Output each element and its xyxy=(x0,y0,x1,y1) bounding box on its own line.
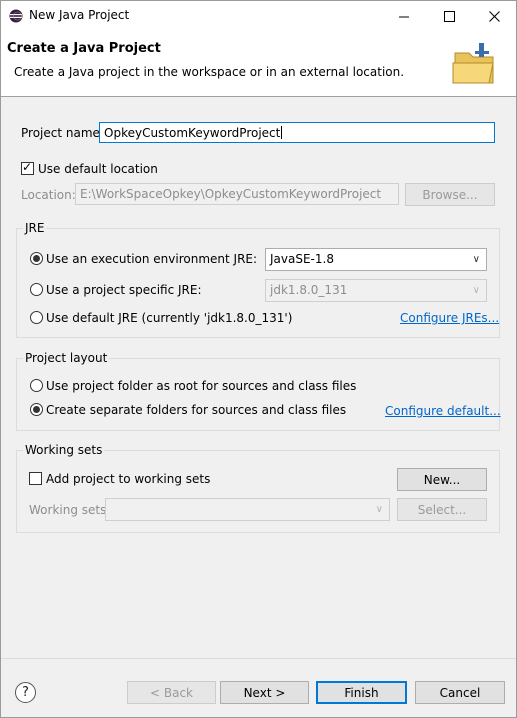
checkmark-icon: ✓ xyxy=(22,160,33,174)
footer-separator xyxy=(1,658,516,659)
layout-root-radio[interactable] xyxy=(30,379,43,392)
project-layout-group xyxy=(16,358,500,431)
eclipse-icon xyxy=(9,9,23,23)
minimize-button[interactable] xyxy=(381,1,427,31)
working-sets-label: Working sets: xyxy=(29,503,111,517)
project-specific-jre-label: Use a project specific JRE: xyxy=(46,283,202,297)
finish-button[interactable]: Finish xyxy=(316,681,407,704)
open-folder-icon xyxy=(452,43,494,84)
chevron-down-icon: ∨ xyxy=(375,504,383,515)
wizard-title: Create a Java Project xyxy=(7,41,161,56)
minimize-icon xyxy=(398,16,409,17)
maximize-icon xyxy=(443,10,455,22)
project-specific-jre-select[interactable]: jdk1.8.0_131 ∨ xyxy=(265,279,487,302)
default-jre-radio[interactable] xyxy=(30,311,43,324)
project-layout-group-title: Project layout xyxy=(23,351,110,365)
exec-env-select[interactable]: JavaSE-1.8 ∨ xyxy=(265,248,487,271)
new-java-project-dialog: New Java Project Create a Java Project C… xyxy=(0,0,517,718)
chevron-down-icon: ∨ xyxy=(472,254,480,265)
browse-button[interactable]: Browse... xyxy=(405,183,495,206)
maximize-button[interactable] xyxy=(426,1,472,31)
select-working-sets-button[interactable]: Select... xyxy=(397,498,487,521)
wizard-header: Create a Java Project Create a Java proj… xyxy=(1,31,516,97)
location-input[interactable]: E:\WorkSpaceOpkey\OpkeyCustomKeywordProj… xyxy=(75,183,399,205)
layout-separate-radio[interactable] xyxy=(30,403,43,416)
exec-env-value: JavaSE-1.8 xyxy=(270,252,334,266)
text-caret xyxy=(281,126,283,139)
window-title: New Java Project xyxy=(29,8,130,22)
back-button[interactable]: < Back xyxy=(127,681,216,704)
help-icon: ? xyxy=(22,685,29,700)
configure-default-link[interactable]: Configure default... xyxy=(385,404,501,418)
new-working-set-button[interactable]: New... xyxy=(397,468,487,491)
add-to-working-sets-label: Add project to working sets xyxy=(46,472,211,486)
project-name-value: OpkeyCustomKeywordProject xyxy=(104,126,281,140)
working-sets-group-title: Working sets xyxy=(23,443,105,457)
exec-env-radio[interactable] xyxy=(30,252,43,265)
project-name-label: Project name: xyxy=(21,126,104,140)
help-button[interactable]: ? xyxy=(15,682,36,703)
chevron-down-icon: ∨ xyxy=(472,285,480,296)
cancel-button[interactable]: Cancel xyxy=(415,681,505,704)
wizard-description: Create a Java project in the workspace o… xyxy=(14,65,405,79)
project-specific-jre-value: jdk1.8.0_131 xyxy=(270,283,348,297)
default-jre-label: Use default JRE (currently 'jdk1.8.0_131… xyxy=(46,311,293,325)
next-button[interactable]: Next > xyxy=(220,681,309,704)
layout-separate-label: Create separate folders for sources and … xyxy=(46,403,347,417)
location-value: E:\WorkSpaceOpkey\OpkeyCustomKeywordProj… xyxy=(80,187,382,201)
close-icon xyxy=(488,10,500,22)
title-bar: New Java Project xyxy=(1,1,516,31)
jre-group-title: JRE xyxy=(23,221,47,235)
layout-root-label: Use project folder as root for sources a… xyxy=(46,379,357,393)
configure-jres-link[interactable]: Configure JREs... xyxy=(400,311,499,325)
project-name-input[interactable]: OpkeyCustomKeywordProject xyxy=(99,122,495,143)
use-default-location-label: Use default location xyxy=(38,162,158,176)
add-to-working-sets-checkbox[interactable] xyxy=(29,472,42,485)
use-default-location-checkbox[interactable]: ✓ xyxy=(21,160,34,175)
working-sets-select[interactable]: ∨ xyxy=(105,498,390,521)
close-button[interactable] xyxy=(471,1,517,31)
location-label: Location: xyxy=(21,188,76,202)
project-specific-jre-radio[interactable] xyxy=(30,283,43,296)
exec-env-label: Use an execution environment JRE: xyxy=(46,252,258,266)
